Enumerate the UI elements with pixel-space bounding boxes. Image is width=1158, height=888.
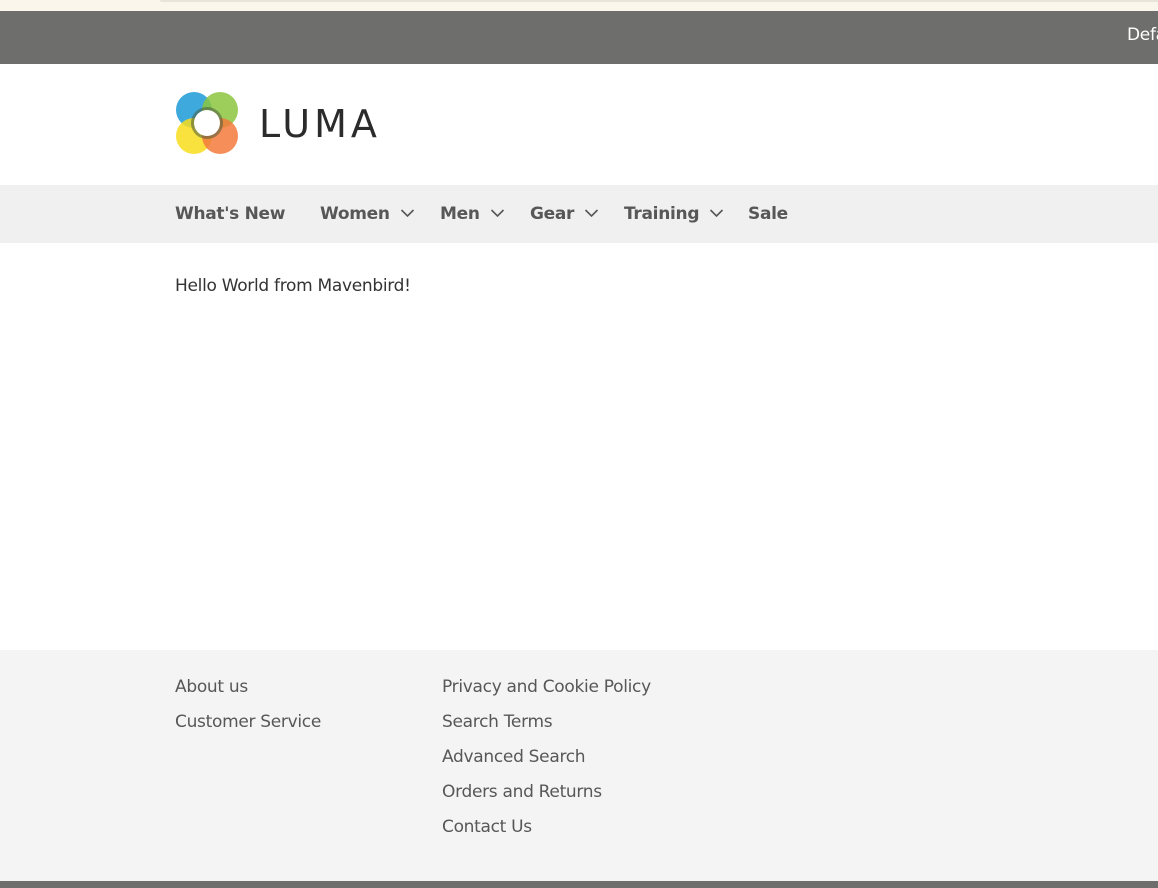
nav-item-training[interactable]: Training [624, 185, 724, 243]
footer-link-customer-service[interactable]: Customer Service [175, 712, 321, 732]
browser-top-strip [0, 0, 1158, 11]
nav-item-label: Women [320, 204, 390, 224]
footer-link-advanced-search[interactable]: Advanced Search [442, 747, 586, 767]
main-content: Hello World from Mavenbird! [0, 243, 1158, 650]
nav-item-label: Training [624, 204, 700, 224]
footer-link-search-terms[interactable]: Search Terms [442, 712, 553, 732]
nav-item-women[interactable]: Women [320, 185, 415, 243]
footer-list-item: Orders and Returns [442, 778, 651, 813]
logo-link[interactable]: LUMA [175, 91, 385, 155]
footer-list-item: Search Terms [442, 708, 651, 743]
footer-links-column-2: Privacy and Cookie Policy Search Terms A… [442, 673, 651, 848]
footer-link-about-us[interactable]: About us [175, 677, 248, 697]
hello-message: Hello World from Mavenbird! [175, 276, 411, 296]
footer-link-contact-us[interactable]: Contact Us [442, 817, 532, 837]
footer-list-item: Advanced Search [442, 743, 651, 778]
nav-item-label: What's New [175, 204, 286, 224]
nav-item-gear[interactable]: Gear [530, 185, 599, 243]
header: LUMA [0, 64, 1158, 185]
footer-list-item: Contact Us [442, 813, 651, 848]
nav-item-sale[interactable]: Sale [748, 185, 788, 243]
chevron-down-icon [400, 209, 414, 218]
footer-links-column-1: About us Customer Service [175, 673, 321, 743]
footer-list-item: Privacy and Cookie Policy [442, 673, 651, 708]
logo-text: LUMA [259, 102, 381, 146]
chevron-down-icon [710, 209, 724, 218]
main-navigation: What's New Women Men Gear Training Sale [0, 185, 1158, 243]
nav-item-men[interactable]: Men [440, 185, 505, 243]
footer-link-orders-returns[interactable]: Orders and Returns [442, 782, 602, 802]
footer: About us Customer Service Privacy and Co… [0, 650, 1158, 881]
top-bar: Defa [0, 11, 1158, 64]
nav-item-label: Sale [748, 204, 788, 224]
store-switcher[interactable]: Defa [1127, 25, 1158, 45]
footer-list-item: About us [175, 673, 321, 708]
bottom-bar [0, 881, 1158, 888]
footer-link-privacy-policy[interactable]: Privacy and Cookie Policy [442, 677, 651, 697]
footer-list-item: Customer Service [175, 708, 321, 743]
nav-item-whats-new[interactable]: What's New [175, 185, 285, 243]
chevron-down-icon [585, 209, 599, 218]
browser-strip-edge [160, 0, 1158, 2]
chevron-down-icon [490, 209, 504, 218]
nav-item-label: Gear [530, 204, 575, 224]
luma-logo-icon [176, 92, 238, 154]
nav-item-label: Men [440, 204, 480, 224]
